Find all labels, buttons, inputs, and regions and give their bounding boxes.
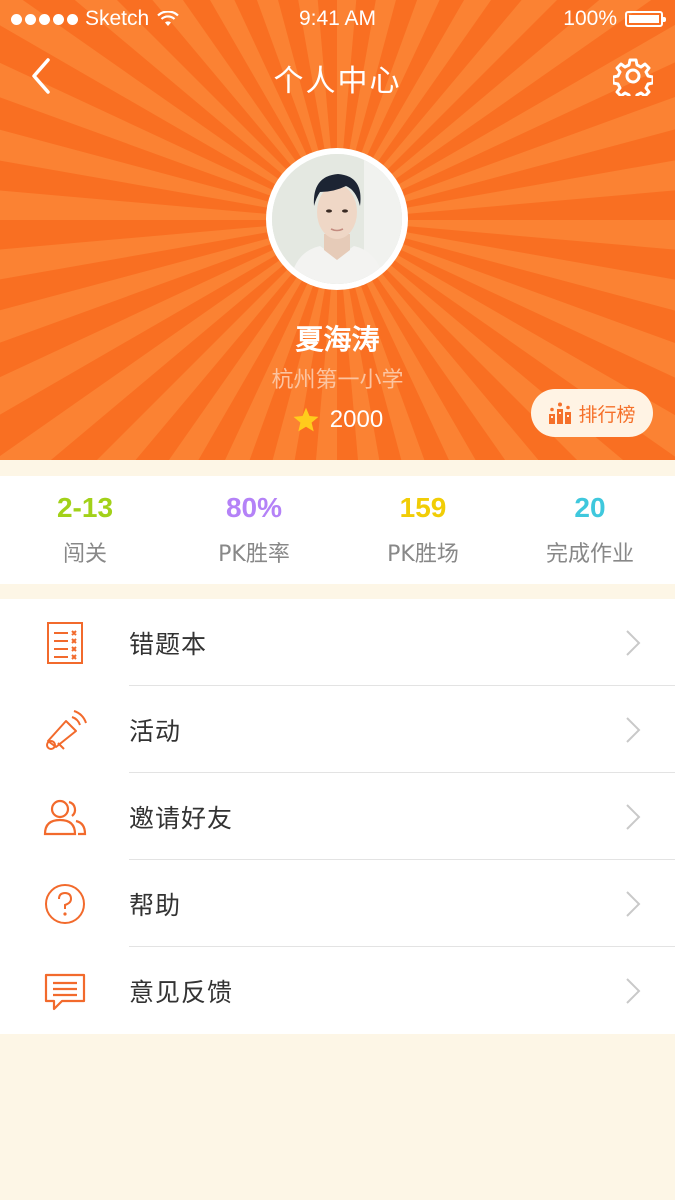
avatar-photo [272,154,402,284]
page-title: 个人中心 [273,64,402,99]
stat-label: 完成作业 [545,542,634,567]
stat-pk-wins[interactable]: 159 PK胜场 [338,476,508,568]
menu-item-invite-friends[interactable]: 邀请好友 [0,773,675,860]
menu-item-help[interactable]: 帮助 [0,860,675,947]
stat-value: 80% [225,492,283,523]
chevron-right-icon [626,717,641,743]
menu-label: 错题本 [129,630,208,659]
status-bar: Sketch 9:41 AM 100% [0,0,675,40]
menu-label: 邀请好友 [129,804,234,833]
score-value: 2000 [329,406,384,433]
stat-homework[interactable]: 20 完成作业 [505,476,675,568]
chevron-right-icon [626,804,641,830]
avatar[interactable] [266,148,408,290]
menu-item-activity[interactable]: 活动 [0,686,675,773]
menu-label: 帮助 [129,891,182,920]
chevron-right-icon [626,891,641,917]
help-icon [45,884,85,924]
leaderboard-icon [549,402,572,424]
stat-pk-winrate[interactable]: 80% PK胜率 [169,476,339,568]
stat-label: PK胜场 [387,542,459,567]
notebook-icon [47,622,83,664]
chevron-right-icon [626,630,641,656]
stat-label: PK胜率 [218,542,290,567]
stat-value: 2-13 [56,492,114,523]
stat-value: 20 [574,492,606,523]
stats-panel: 2-13 闯关 80% PK胜率 159 PK胜场 20 完成作业 [0,476,675,584]
leaderboard-button[interactable]: 排行榜 [531,389,653,437]
battery-percent: 100% [563,7,617,30]
menu-label: 活动 [129,717,182,746]
profile-header: Sketch 9:41 AM 100% 个人中心 夏海涛 杭州第一小学 2000… [0,0,675,460]
menu-item-feedback[interactable]: 意见反馈 [0,947,675,1034]
megaphone-icon [46,710,87,750]
user-name: 夏海涛 [295,323,380,356]
menu-label: 意见反馈 [129,978,234,1007]
feedback-icon [44,973,86,1011]
nav-bar: 个人中心 [0,50,675,104]
menu-list: 错题本 活动 邀请好友 帮助 意见反馈 [0,599,675,1034]
stat-label: 闯关 [62,542,107,567]
menu-item-mistakes[interactable]: 错题本 [0,599,675,686]
battery-icon [625,11,666,27]
stat-value: 159 [399,492,447,523]
star-icon [293,407,319,432]
friends-icon [43,799,87,836]
stat-level[interactable]: 2-13 闯关 [0,476,170,568]
chevron-right-icon [626,978,641,1004]
gear-icon[interactable] [613,56,653,96]
leaderboard-label: 排行榜 [578,403,636,426]
